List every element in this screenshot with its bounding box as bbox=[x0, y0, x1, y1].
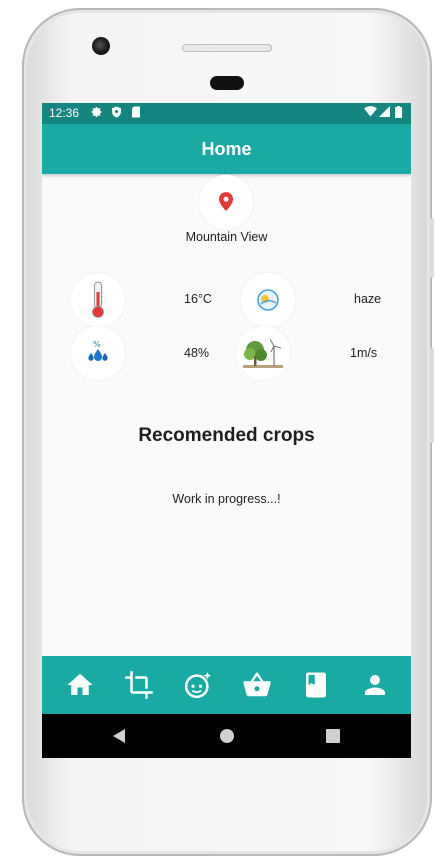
person-icon bbox=[365, 675, 385, 695]
condition-value: haze bbox=[354, 292, 382, 306]
front-camera bbox=[92, 37, 110, 55]
power-button bbox=[430, 218, 434, 278]
signal-icon bbox=[379, 106, 390, 121]
status-time: 12:36 bbox=[49, 106, 80, 120]
nav-book[interactable] bbox=[301, 670, 331, 700]
svg-text:%: % bbox=[93, 340, 101, 349]
wind-value: 1m/s bbox=[350, 346, 378, 360]
recommended-crops-heading: Recomended crops bbox=[138, 425, 315, 446]
condition-icon-circle bbox=[241, 273, 295, 327]
location-pin-icon bbox=[219, 192, 233, 211]
recents-icon[interactable] bbox=[326, 729, 340, 743]
nav-face[interactable] bbox=[183, 670, 213, 700]
bottom-navigation bbox=[42, 656, 411, 714]
haze-icon bbox=[257, 289, 279, 311]
humidity-icon: % bbox=[88, 340, 108, 361]
temperature-value: 16°C bbox=[184, 292, 212, 306]
wifi-icon bbox=[364, 106, 377, 121]
status-bar: 12:36 bbox=[42, 103, 411, 124]
shield-icon bbox=[111, 106, 122, 122]
work-in-progress-text: Work in progress...! bbox=[172, 492, 281, 506]
location-button[interactable] bbox=[199, 175, 253, 229]
page-title: Home bbox=[201, 139, 252, 159]
earpiece bbox=[210, 76, 244, 90]
location-name: Mountain View bbox=[185, 230, 268, 244]
home-icon bbox=[67, 673, 93, 695]
nav-profile[interactable] bbox=[360, 670, 390, 700]
temperature-icon-circle bbox=[71, 273, 125, 327]
nav-basket[interactable] bbox=[242, 670, 272, 700]
nav-crop[interactable] bbox=[124, 670, 154, 700]
app-bar: Home bbox=[42, 124, 411, 174]
thermometer-icon bbox=[92, 281, 104, 318]
speaker-grille bbox=[182, 44, 272, 52]
sd-card-icon bbox=[131, 106, 141, 122]
crop-icon bbox=[125, 671, 153, 699]
gear-icon bbox=[91, 106, 103, 122]
basket-icon bbox=[243, 672, 271, 697]
face-icon bbox=[184, 671, 212, 699]
volume-button bbox=[430, 348, 434, 443]
system-navigation-bar bbox=[42, 714, 411, 758]
wind-icon-circle bbox=[236, 326, 290, 380]
nav-home[interactable] bbox=[65, 670, 95, 700]
battery-icon bbox=[395, 106, 402, 122]
humidity-value: 48% bbox=[184, 346, 210, 360]
wind-icon bbox=[243, 338, 283, 368]
home-circle-icon[interactable] bbox=[219, 728, 235, 744]
back-icon[interactable] bbox=[112, 728, 126, 744]
humidity-icon-circle: % bbox=[71, 326, 125, 380]
screen: 12:36 Home Mountain View 16°C haze % 48%… bbox=[42, 103, 411, 758]
book-icon bbox=[306, 672, 326, 698]
